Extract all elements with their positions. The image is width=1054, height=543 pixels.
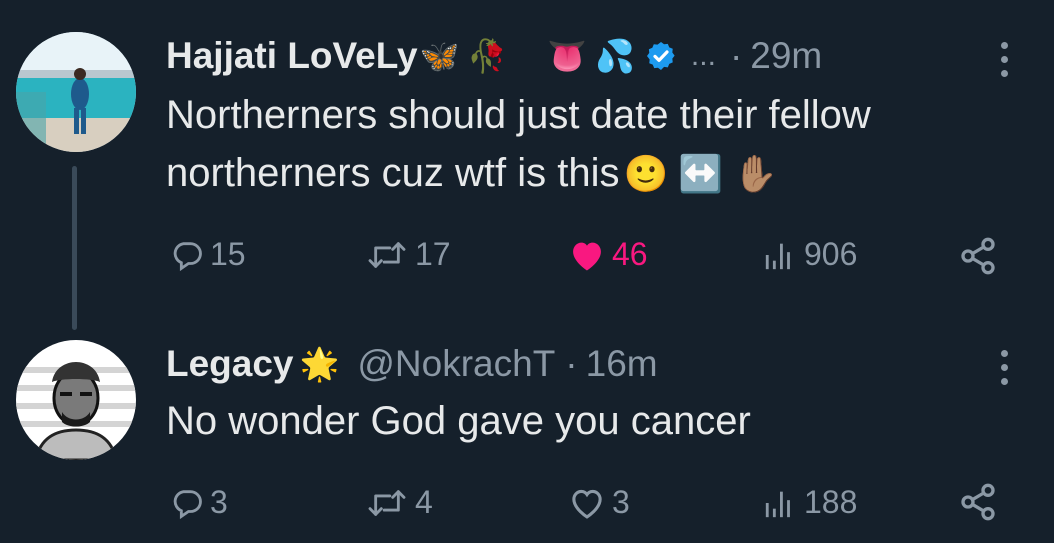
- share-icon: [961, 483, 995, 521]
- separator: ·: [729, 35, 743, 76]
- tweet-2[interactable]: Legacy 🌟 @NokrachT · 16m No wonder God g…: [0, 330, 1054, 543]
- share-icon: [961, 237, 995, 275]
- separator: ·: [565, 343, 578, 384]
- tweet-text: Northerners should just date their fello…: [166, 86, 871, 204]
- reply-icon: [173, 241, 202, 271]
- view-count: 906: [804, 236, 858, 272]
- like-count: 46: [612, 236, 648, 272]
- share-button[interactable]: [958, 482, 998, 522]
- views-button[interactable]: 906: [762, 236, 857, 273]
- timestamp[interactable]: 16m: [586, 342, 658, 386]
- wilted-rose-emoji: 🥀: [467, 37, 508, 75]
- display-name[interactable]: Legacy: [166, 342, 294, 386]
- tweet-header: Hajjati LoVeLy 🦋 🥀 👅 💦 ... · 29m: [166, 34, 822, 78]
- reply-count: 3: [210, 484, 228, 520]
- ellipsis: ...: [690, 39, 716, 72]
- like-count: 3: [612, 484, 630, 520]
- avatar[interactable]: [16, 32, 136, 152]
- sweat-droplets-emoji: 💦: [595, 37, 635, 75]
- avatar[interactable]: [16, 340, 136, 460]
- retweet-button[interactable]: 17: [365, 236, 451, 273]
- butterfly-emoji: 🦋: [419, 37, 460, 75]
- avatar-photo: [16, 32, 136, 152]
- verified-badge-icon: [645, 40, 677, 72]
- more-options-icon[interactable]: [998, 350, 1010, 385]
- heart-outline-icon: [572, 489, 602, 519]
- views-button[interactable]: 188: [762, 484, 857, 521]
- tweet-header: Legacy 🌟 @NokrachT · 16m: [166, 342, 658, 386]
- tweet-text-line-2-text: northerners cuz wtf is this: [166, 151, 620, 195]
- avatar-photo: [16, 340, 136, 460]
- retweet-count: 4: [415, 484, 433, 520]
- view-count: 188: [804, 484, 858, 520]
- tweet-text-line-1: Northerners should just date their fello…: [166, 93, 871, 137]
- timestamp[interactable]: 29m: [750, 34, 822, 78]
- retweet-button[interactable]: 4: [365, 484, 433, 521]
- raised-hand-emoji: ✋🏽: [733, 154, 778, 195]
- left-right-arrow-emoji: ↔️: [678, 154, 724, 195]
- reply-icon: [173, 489, 202, 519]
- tongue-emoji: 👅: [547, 37, 588, 75]
- views-icon: [765, 243, 790, 269]
- reply-button[interactable]: 3: [170, 484, 228, 521]
- tweet-text-line-2: northerners cuz wtf is this 🙂 ↔️ ✋🏽: [166, 144, 871, 204]
- like-button[interactable]: 3: [568, 484, 630, 521]
- heart-filled-icon: [573, 242, 601, 270]
- more-options-icon[interactable]: [998, 42, 1010, 77]
- like-button[interactable]: 46: [568, 236, 648, 273]
- tweet-text: No wonder God gave you cancer: [166, 399, 751, 443]
- reply-button[interactable]: 15: [170, 236, 246, 273]
- slightly-smiling-emoji: 🙂: [623, 154, 669, 195]
- views-icon: [765, 491, 790, 517]
- retweet-icon: [368, 489, 406, 516]
- retweet-count: 17: [415, 236, 451, 272]
- retweet-icon: [368, 241, 406, 268]
- share-button[interactable]: [958, 236, 998, 276]
- reply-count: 15: [210, 236, 246, 272]
- tweet-1[interactable]: Hajjati LoVeLy 🦋 🥀 👅 💦 ... · 29m Norther…: [0, 0, 1054, 330]
- display-name[interactable]: Hajjati LoVeLy: [166, 34, 418, 78]
- thread-line: [72, 166, 77, 330]
- handle[interactable]: @NokrachT: [357, 342, 555, 386]
- glowing-star-emoji: 🌟: [299, 345, 340, 383]
